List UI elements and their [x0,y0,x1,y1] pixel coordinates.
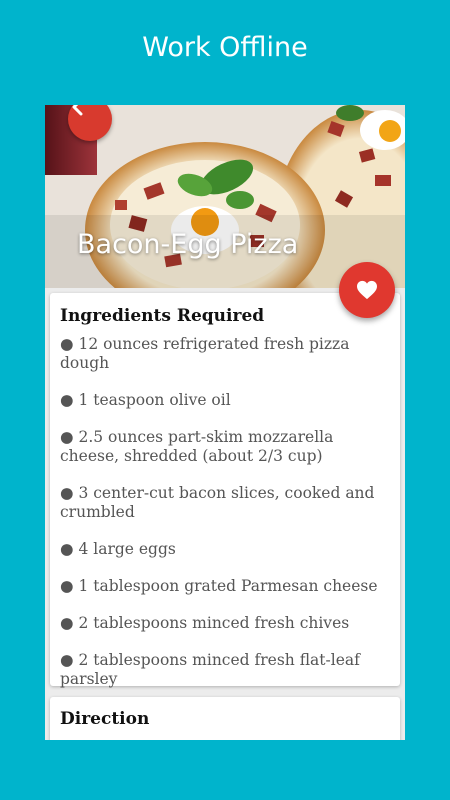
ingredient-item: ● 1 teaspoon olive oil [60,391,231,409]
recipe-title: Bacon-Egg Pizza [77,229,299,260]
ingredient-item: ● 2 tablespoons minced fresh flat-leaf p… [60,651,360,688]
ingredients-list: ● 12 ounces refrigerated fresh pizza dou… [60,335,390,689]
ingredient-item: ● 12 ounces refrigerated fresh pizza dou… [60,335,350,372]
ingredients-heading: Ingredients Required [60,306,265,326]
favorite-button[interactable] [339,262,395,318]
ingredient-item: ● 3 center-cut bacon slices, cooked and … [60,484,375,521]
ingredient-item: ● 1 tablespoon grated Parmesan cheese [60,577,378,595]
direction-card: Direction [50,697,400,740]
recipe-hero-image: Bacon-Egg Pizza [45,105,405,288]
promo-title: Work Offline [142,32,308,63]
direction-heading: Direction [60,709,150,729]
ingredient-item: ● 2 tablespoons minced fresh chives [60,614,350,632]
heart-icon [357,280,377,300]
ingredient-item: ● 2.5 ounces part-skim mozzarella cheese… [60,428,334,465]
chevron-left-icon [72,105,83,116]
ingredients-card: Ingredients Required ● 12 ounces refrige… [50,293,400,689]
ingredient-item: ● 4 large eggs [60,540,176,558]
app-screen: Bacon-Egg Pizza Ingredients Required ● 1… [45,105,405,740]
